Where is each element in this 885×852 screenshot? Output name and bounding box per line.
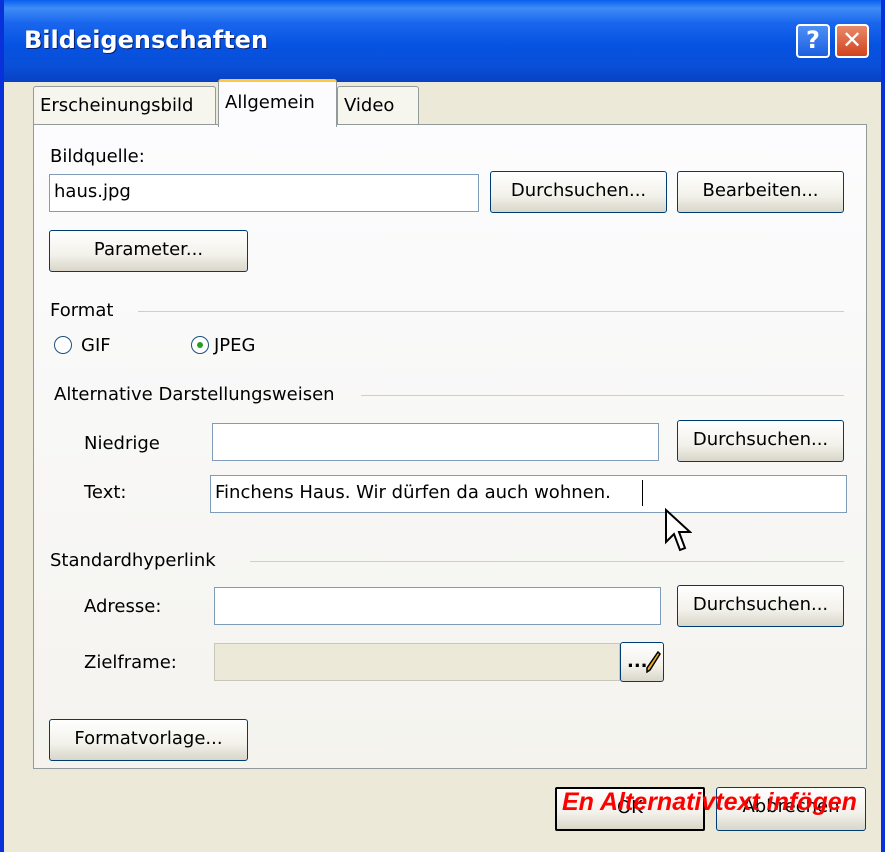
- jpeg-radio-label: JPEG: [214, 335, 256, 356]
- alt-text-label: Text:: [84, 482, 127, 503]
- low-resolution-input[interactable]: [212, 423, 659, 461]
- address-label: Adresse:: [84, 596, 162, 617]
- low-resolution-browse-button[interactable]: Durchsuchen...: [677, 420, 844, 462]
- tab-allgemein[interactable]: Allgemein: [218, 79, 337, 127]
- address-browse-button[interactable]: Durchsuchen...: [677, 585, 844, 627]
- format-group-divider: [138, 311, 844, 312]
- pencil-icon: [646, 651, 661, 673]
- hyperlink-group-label: Standardhyperlink: [50, 550, 216, 571]
- text-caret: [642, 480, 643, 506]
- parameters-button[interactable]: Parameter...: [49, 230, 248, 272]
- format-group-label: Format: [50, 300, 114, 321]
- mouse-pointer-icon: [665, 508, 692, 552]
- instruction-annotation: En Alternativtext infögen: [562, 788, 857, 816]
- address-input[interactable]: [214, 587, 661, 625]
- help-button[interactable]: ?: [796, 24, 830, 58]
- image-properties-dialog: Bildeigenschaften ? ✕ Erscheinungsbild A…: [0, 0, 885, 852]
- format-template-button[interactable]: Formatvorlage...: [49, 719, 248, 761]
- image-source-browse-button[interactable]: Durchsuchen...: [490, 171, 667, 213]
- low-resolution-label: Niedrige: [84, 433, 160, 454]
- image-source-input[interactable]: haus.jpg: [49, 174, 479, 212]
- alt-text-input[interactable]: Finchens Haus. Wir dürfen da auch wohnen…: [210, 475, 847, 513]
- close-icon: ✕: [841, 26, 863, 54]
- image-edit-button[interactable]: Bearbeiten...: [677, 171, 844, 213]
- jpeg-radio[interactable]: [191, 336, 209, 354]
- target-frame-label: Zielframe:: [84, 652, 177, 673]
- image-source-label: Bildquelle:: [50, 146, 145, 167]
- dialog-title: Bildeigenschaften: [24, 26, 269, 54]
- close-button[interactable]: ✕: [835, 24, 869, 58]
- gif-radio-label: GIF: [81, 335, 111, 356]
- title-bar[interactable]: Bildeigenschaften ? ✕: [4, 0, 881, 82]
- alternatives-group-divider: [361, 395, 844, 396]
- hyperlink-group-divider: [250, 561, 844, 562]
- tab-video[interactable]: Video: [337, 86, 419, 126]
- target-frame-input[interactable]: [214, 643, 620, 681]
- gif-radio[interactable]: [54, 336, 72, 354]
- help-icon: ?: [806, 26, 820, 54]
- radio-selected-dot: [197, 342, 203, 348]
- tab-erscheinungsbild[interactable]: Erscheinungsbild: [33, 86, 216, 126]
- target-frame-button[interactable]: ...: [620, 642, 664, 682]
- alternatives-group-label: Alternative Darstellungsweisen: [54, 384, 335, 405]
